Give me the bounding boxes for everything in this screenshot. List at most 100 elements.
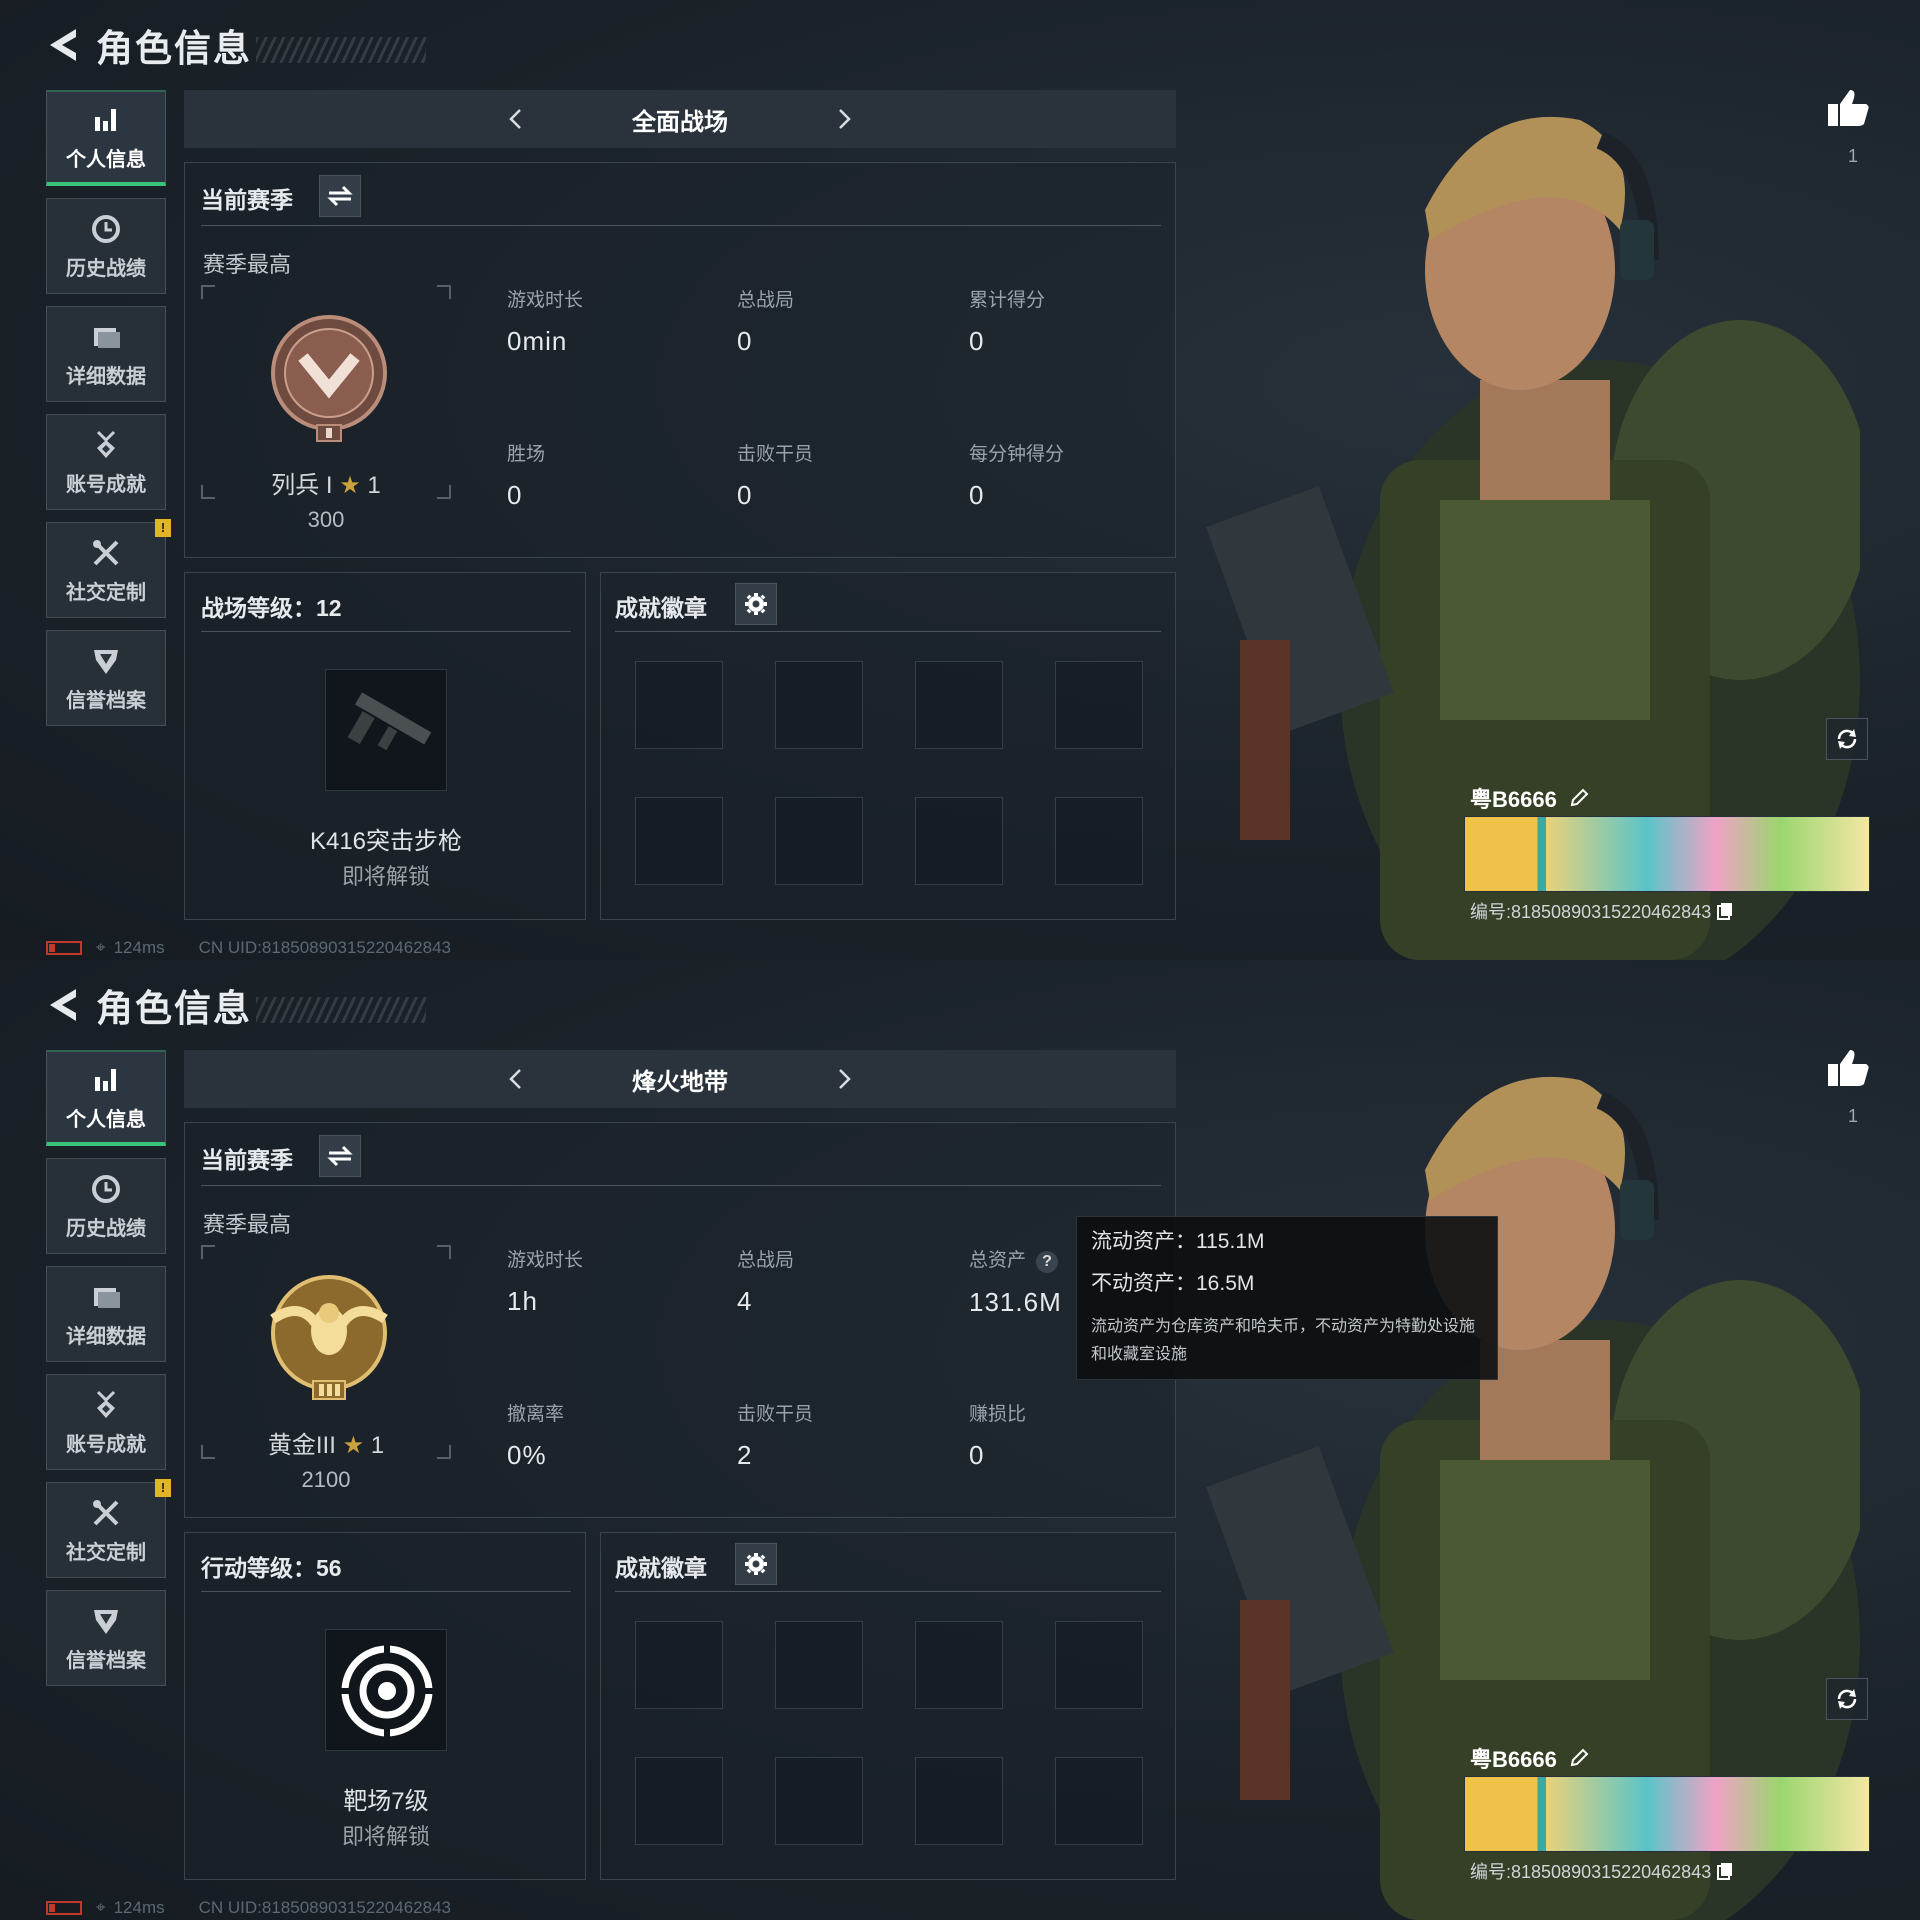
season-subtitle: 赛季最高: [203, 252, 292, 277]
chevron-left-icon[interactable]: [495, 1059, 535, 1099]
badge-settings-button[interactable]: [735, 1543, 777, 1585]
badge-slot[interactable]: [635, 1757, 723, 1845]
notification-badge: !: [155, 1479, 171, 1497]
back-arrow-icon[interactable]: [46, 25, 80, 65]
badge-slot[interactable]: [775, 1621, 863, 1709]
reward-item-box[interactable]: [325, 1629, 447, 1751]
gear-icon: [745, 593, 767, 615]
chevron-left-icon[interactable]: [495, 99, 535, 139]
season-panel: 当前赛季 赛季最高 黄金III ★ 1 2100 游戏时长 1h 总战局 4 总…: [184, 1122, 1176, 1518]
badge-slot[interactable]: [915, 1757, 1003, 1845]
sidebar-item-label: 个人信息: [66, 148, 146, 171]
sidebar-item-history[interactable]: 历史战绩: [46, 1158, 166, 1254]
edit-pencil-icon[interactable]: [1569, 1748, 1589, 1768]
badge-slot[interactable]: [1055, 797, 1143, 885]
rotate-model-button[interactable]: [1826, 718, 1868, 760]
copy-icon[interactable]: [1717, 902, 1733, 920]
bar-chart-icon: [95, 1068, 116, 1091]
help-icon[interactable]: ?: [1036, 1251, 1059, 1273]
rotate-icon: [1837, 729, 1857, 749]
swap-season-button[interactable]: [319, 175, 361, 217]
tools-icon: [93, 539, 119, 565]
like-count: 1: [1847, 1106, 1858, 1126]
sidebar-item-reputation[interactable]: 信誉档案: [46, 1590, 166, 1686]
sidebar: 个人信息 历史战绩 详细数据 账号成就 ! 社交定制 信誉档案: [46, 1050, 171, 1698]
assets-tooltip: 流动资产：115.1M 不动资产：16.5M 流动资产为仓库资产和哈夫币，不动资…: [1076, 1216, 1498, 1380]
sidebar-item-achievements[interactable]: 账号成就: [46, 1374, 166, 1470]
badge-slot[interactable]: [915, 661, 1003, 749]
badge-slot[interactable]: [1055, 1757, 1143, 1845]
sidebar-item-details[interactable]: 详细数据: [46, 306, 166, 402]
reward-item-box[interactable]: [325, 669, 447, 791]
player-name-row: 粤B6666: [1470, 782, 1589, 814]
season-title: 当前赛季: [201, 1147, 293, 1173]
badge-slot[interactable]: [775, 1757, 863, 1845]
divider: [201, 225, 1161, 226]
badge-slot[interactable]: [635, 797, 723, 885]
gear-icon: [745, 1553, 767, 1575]
sidebar-item-profile[interactable]: 个人信息: [46, 90, 166, 186]
chevron-right-icon[interactable]: [825, 99, 865, 139]
badge-slot[interactable]: [775, 661, 863, 749]
wifi-icon: ⌖: [96, 938, 106, 957]
player-id-row: 编号:8185089031522046284​3: [1470, 898, 1733, 924]
divider: [201, 1185, 1161, 1186]
player-name: 粤B6666: [1470, 787, 1557, 812]
achievement-badge-panel: 成就徽章: [600, 572, 1176, 920]
sidebar-item-details[interactable]: 详细数据: [46, 1266, 166, 1362]
sidebar-item-social[interactable]: ! 社交定制: [46, 519, 171, 618]
sidebar-item-reputation[interactable]: 信誉档案: [46, 630, 166, 726]
player-banner[interactable]: [1464, 1776, 1870, 1852]
fixed-assets: 不动资产：16.5M: [1091, 1272, 1255, 1295]
badge-slot[interactable]: [1055, 661, 1143, 749]
player-banner[interactable]: [1464, 816, 1870, 892]
swap-icon: [327, 185, 353, 207]
badge-slot[interactable]: [1055, 1621, 1143, 1709]
season-subtitle: 赛季最高: [203, 1212, 292, 1237]
edit-pencil-icon[interactable]: [1569, 788, 1589, 808]
tools-icon: [93, 1499, 119, 1525]
like-button[interactable]: [1826, 1048, 1870, 1093]
latency: 124ms: [113, 1898, 165, 1917]
player-id-row: 编号:8185089031522046284​3: [1470, 1858, 1733, 1884]
badge-slot[interactable]: [775, 797, 863, 885]
sidebar-item-label: 信誉档案: [66, 689, 146, 712]
copy-icon[interactable]: [1717, 1862, 1733, 1880]
rank-stars: 1: [370, 1432, 385, 1459]
badge-slot[interactable]: [915, 1621, 1003, 1709]
badge-slot[interactable]: [635, 661, 723, 749]
rank-stars: 1: [367, 472, 381, 499]
reward-item-name: 靶场7级: [343, 1788, 429, 1815]
sidebar-item-profile[interactable]: 个人信息: [46, 1050, 166, 1146]
stat-kills: 击败干员 2: [737, 1404, 814, 1470]
history-clock-icon: [92, 1174, 120, 1203]
target-icon: [340, 1644, 434, 1738]
divider: [201, 1591, 571, 1592]
title-decoration: [256, 997, 426, 1023]
sidebar-item-history[interactable]: 历史战绩: [46, 198, 166, 294]
header: 角色信息: [46, 980, 426, 1030]
player-id: 编号:8185089031522046284​3: [1470, 1862, 1712, 1882]
badge-slot[interactable]: [915, 797, 1003, 885]
divider: [615, 1591, 1161, 1592]
rotate-model-button[interactable]: [1826, 1678, 1868, 1720]
stat-playtime: 游戏时长 1h: [507, 1250, 584, 1316]
medal-icon: [96, 1390, 116, 1418]
chevron-right-icon[interactable]: [825, 1059, 865, 1099]
back-arrow-icon[interactable]: [46, 985, 80, 1025]
header: 角色信息: [46, 20, 426, 70]
sidebar-item-achievements[interactable]: 账号成就: [46, 414, 166, 510]
badge-slot[interactable]: [635, 1621, 723, 1709]
stat-total-score: 累计得分 0: [969, 290, 1046, 356]
sidebar-item-social[interactable]: ! 社交定制: [46, 1479, 171, 1578]
achievement-badge-panel: 成就徽章: [600, 1532, 1176, 1880]
like-button[interactable]: [1826, 88, 1870, 133]
uid: CN UID:8185089031522046284​3: [198, 938, 451, 957]
stat-matches: 总战局 4: [737, 1250, 795, 1316]
badge-settings-button[interactable]: [735, 583, 777, 625]
wifi-icon: ⌖: [96, 1898, 106, 1917]
stat-matches: 总战局 0: [737, 290, 795, 356]
player-name-row: 粤B6666: [1470, 1742, 1589, 1774]
swap-season-button[interactable]: [319, 1135, 361, 1177]
page-title: 角色信息: [96, 988, 252, 1029]
